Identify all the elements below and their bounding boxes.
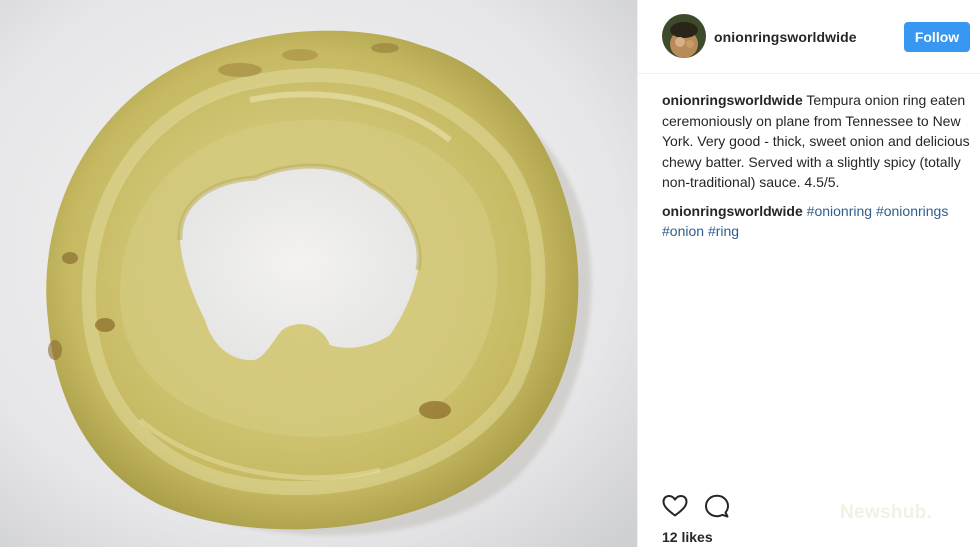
avatar[interactable] <box>662 14 706 58</box>
newshub-watermark: Newshub. <box>840 502 933 523</box>
likes-count[interactable]: 12 likes <box>662 529 713 545</box>
hashtag-comment-username[interactable]: onionringsworldwide <box>662 203 803 219</box>
post-username[interactable]: onionringsworldwide <box>714 29 857 45</box>
heart-icon[interactable] <box>662 494 688 518</box>
hashtag-link[interactable]: #ring <box>708 223 739 239</box>
comment-bubble-icon[interactable] <box>704 494 730 518</box>
hashtag-comment: onionringsworldwide #onionring #onionrin… <box>662 201 972 242</box>
hashtag-link[interactable]: #onionring <box>807 203 872 219</box>
comments-section: onionringsworldwide Tempura onion ring e… <box>662 90 972 250</box>
post-header: onionringsworldwide Follow <box>638 0 980 74</box>
avatar-photo-icon <box>662 14 706 58</box>
caption-username[interactable]: onionringsworldwide <box>662 92 803 108</box>
onion-ring-photo <box>0 0 637 547</box>
post-photo[interactable] <box>0 0 637 547</box>
follow-button[interactable]: Follow <box>904 22 970 52</box>
caption-comment: onionringsworldwide Tempura onion ring e… <box>662 90 972 193</box>
hashtag-link[interactable]: #onionrings <box>876 203 948 219</box>
post-side-panel: onionringsworldwide Follow onionringswor… <box>637 0 980 547</box>
post-actions <box>662 494 730 518</box>
hashtag-link[interactable]: #onion <box>662 223 704 239</box>
instagram-post: onionringsworldwide Follow onionringswor… <box>0 0 980 547</box>
